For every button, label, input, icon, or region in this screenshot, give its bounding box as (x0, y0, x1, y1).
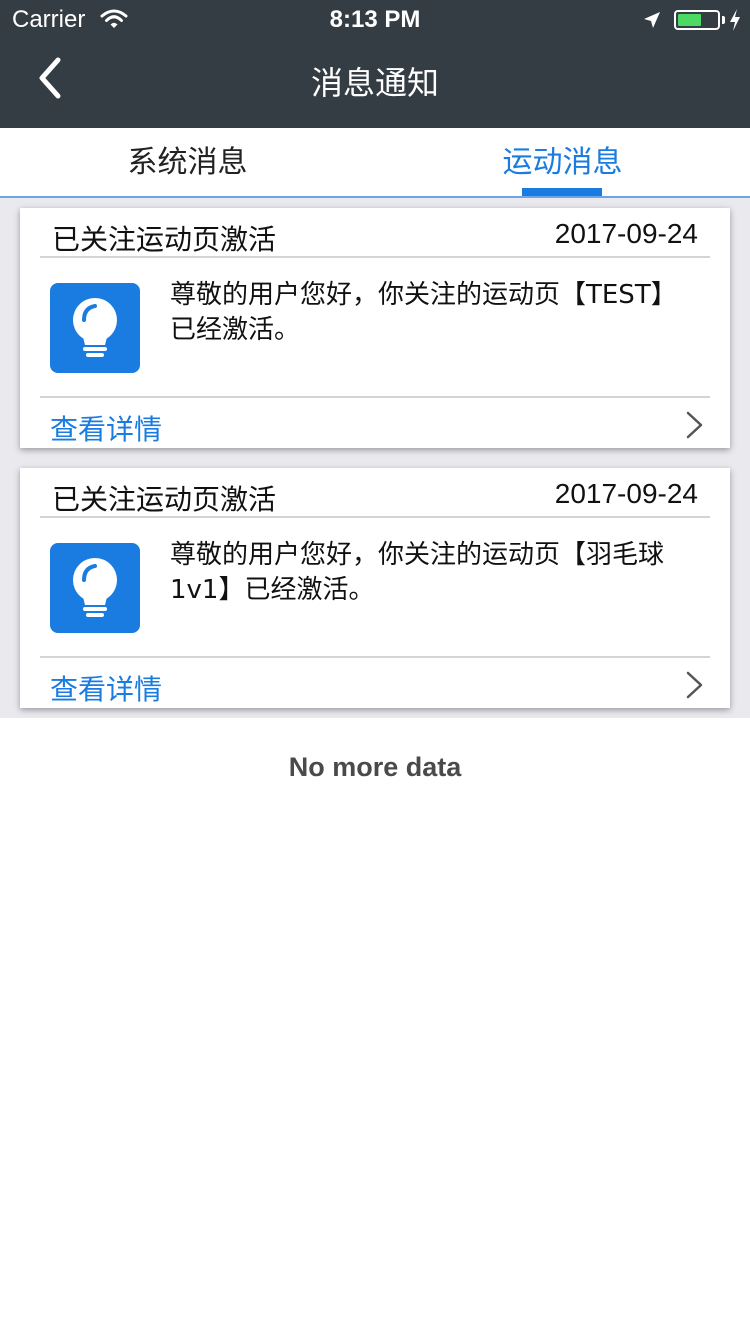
message-card: 已关注运动页激活 2017-09-24 尊敬的用户您好，你关注的运动页【TEST… (20, 208, 730, 448)
card-body: 尊敬的用户您好，你关注的运动页【羽毛球 1v1】已经激活。 (170, 540, 665, 605)
active-tab-indicator (522, 188, 602, 196)
message-list: 已关注运动页激活 2017-09-24 尊敬的用户您好，你关注的运动页【TEST… (0, 198, 750, 718)
view-details-link[interactable]: 查看详情 (50, 668, 162, 708)
card-title: 已关注运动页激活 (52, 483, 277, 516)
card-divider (40, 516, 710, 518)
lightbulb-icon (50, 283, 140, 373)
view-details-link[interactable]: 查看详情 (50, 408, 162, 448)
lightbulb-icon (50, 543, 140, 633)
battery-level (678, 14, 701, 26)
card-divider (40, 256, 710, 258)
tab-bar: 系统消息 运动消息 (0, 128, 750, 198)
location-arrow-icon (644, 12, 660, 28)
tab-system-messages[interactable]: 系统消息 (0, 128, 375, 196)
charging-bolt-icon (730, 9, 740, 31)
card-date: 2017-09-24 (554, 478, 698, 509)
status-bar: Carrier 8:13 PM (0, 0, 750, 40)
tab-sport-messages[interactable]: 运动消息 (375, 128, 750, 196)
chevron-right-icon[interactable] (684, 670, 706, 700)
card-divider (40, 656, 710, 658)
card-title: 已关注运动页激活 (52, 223, 277, 256)
battery-nub (722, 16, 725, 24)
top-bar: Carrier 8:13 PM 消息通知 (0, 0, 750, 128)
card-divider (40, 396, 710, 398)
status-time: 8:13 PM (329, 6, 421, 33)
no-more-data-label: No more data (288, 752, 462, 782)
card-date: 2017-09-24 (554, 218, 698, 249)
battery-icon (674, 10, 720, 30)
chevron-right-icon[interactable] (684, 410, 706, 440)
page-title: 消息通知 (310, 64, 439, 102)
card-body: 尊敬的用户您好，你关注的运动页【TEST】已经激活。 (170, 280, 677, 345)
message-card: 已关注运动页激活 2017-09-24 尊敬的用户您好，你关注的运动页【羽毛球 … (20, 468, 730, 708)
